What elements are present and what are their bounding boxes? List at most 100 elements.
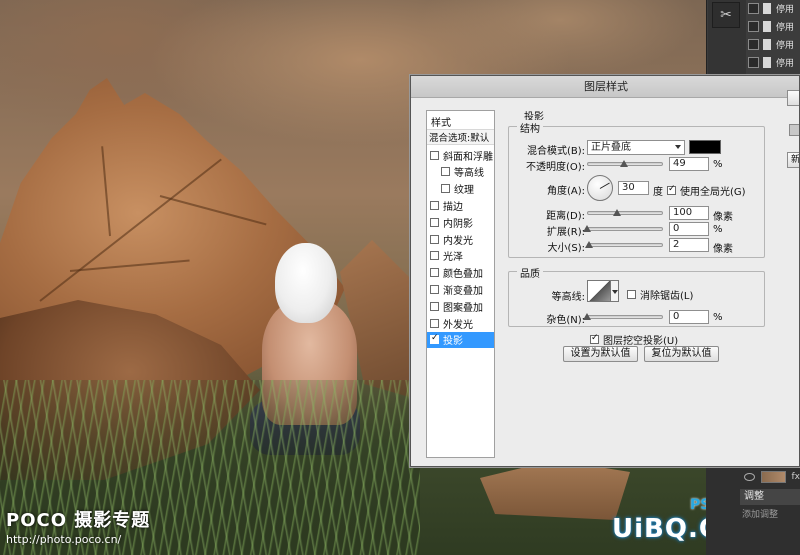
styles-list: 样式 混合选项:默认 斜面和浮雕 等高线纹理描边内阴影内发光光泽颜色叠加 渐变叠加图… — [426, 110, 495, 458]
checkbox[interactable] — [441, 167, 450, 177]
watermark-brand: POCO 摄影专题 — [6, 510, 151, 531]
style-item[interactable]: 斜面和浮雕 — [427, 147, 494, 163]
chevron-down-icon[interactable] — [611, 280, 619, 302]
preview-thumbnail — [789, 124, 799, 136]
style-item-label: 光泽 — [443, 252, 463, 264]
noise-slider-thumb[interactable] — [583, 313, 591, 320]
style-item[interactable]: 外发光 — [427, 315, 494, 331]
style-item[interactable]: 颜色叠加 — [427, 265, 494, 281]
spread-unit: % — [713, 224, 723, 235]
size-label: 大小(S): — [547, 243, 585, 254]
spread-label: 扩展(R): — [546, 227, 585, 238]
spread-slider-thumb[interactable] — [583, 225, 591, 232]
distance-slider[interactable] — [587, 211, 663, 215]
checkbox[interactable] — [430, 318, 439, 328]
channel-row[interactable]: 停用 — [748, 36, 800, 53]
checkbox[interactable] — [430, 301, 439, 311]
set-default-button[interactable]: 设置为默认值 — [563, 346, 638, 362]
reset-default-button[interactable]: 复位为默认值 — [644, 346, 719, 362]
spread-slider[interactable] — [587, 227, 663, 231]
global-light-checkbox[interactable]: 使用全局光(G) — [667, 183, 746, 198]
style-item[interactable]: 纹理 — [427, 181, 494, 197]
shadow-color-swatch[interactable] — [689, 140, 721, 154]
layer-thumbnail — [760, 471, 786, 483]
ok-button[interactable] — [787, 90, 799, 106]
checkbox[interactable] — [627, 290, 636, 299]
checkbox[interactable] — [430, 200, 439, 210]
chevron-down-icon — [675, 145, 681, 149]
checkbox[interactable] — [590, 333, 599, 344]
noise-input[interactable]: 0 — [669, 310, 709, 324]
style-item-label: 描边 — [443, 201, 463, 213]
knockout-checkbox[interactable]: 图层挖空投影(U) — [590, 332, 678, 347]
size-input[interactable]: 2 — [669, 238, 709, 252]
quality-legend: 品质 — [517, 265, 543, 280]
style-item[interactable]: 投影 — [427, 331, 494, 348]
document-icon — [763, 57, 771, 68]
new-style-button[interactable]: 新 — [787, 152, 799, 168]
channel-row[interactable]: 停用 — [748, 0, 800, 17]
opacity-slider-thumb[interactable] — [620, 160, 629, 167]
checkbox[interactable] — [430, 234, 439, 244]
angle-input[interactable]: 30 — [618, 181, 649, 195]
style-item-label: 斜面和浮雕 — [443, 151, 493, 163]
antialias-checkbox[interactable]: 消除锯齿(L) — [627, 287, 693, 302]
blend-mode-label: 混合模式(B): — [526, 146, 585, 157]
size-slider[interactable] — [587, 243, 663, 247]
style-item[interactable]: 图案叠加 — [427, 298, 494, 314]
checkbox[interactable] — [748, 21, 759, 32]
checkbox[interactable] — [430, 333, 439, 345]
document-icon — [763, 21, 771, 32]
style-item-label: 投影 — [443, 336, 463, 348]
distance-slider-thumb[interactable] — [613, 209, 622, 216]
blend-options-item[interactable]: 混合选项:默认 — [427, 129, 494, 145]
contour-picker[interactable] — [587, 280, 611, 302]
style-item[interactable]: 等高线 — [427, 164, 494, 180]
styles-header[interactable]: 样式 — [427, 113, 494, 129]
document-icon — [763, 39, 771, 50]
checkbox[interactable] — [430, 284, 439, 294]
opacity-input[interactable]: 49 — [669, 157, 709, 171]
style-item[interactable]: 内发光 — [427, 231, 494, 247]
scissors-icon[interactable]: ✂ — [712, 2, 740, 28]
checkbox[interactable] — [430, 217, 439, 227]
spread-input[interactable]: 0 — [669, 222, 709, 236]
watermark: POCO 摄影专题 http://photo.poco.cn/ — [6, 506, 150, 546]
contour-label: 等高线: — [551, 292, 585, 303]
checkbox[interactable] — [430, 150, 439, 160]
style-item[interactable]: 内阴影 — [427, 214, 494, 230]
distance-input[interactable]: 100 — [669, 206, 709, 220]
style-item[interactable]: 描边 — [427, 197, 494, 213]
eye-icon[interactable] — [744, 473, 755, 481]
style-item[interactable]: 渐变叠加 — [427, 281, 494, 297]
angle-dial[interactable] — [587, 175, 613, 201]
channel-label: 停用 — [776, 5, 795, 15]
antialias-label: 消除锯齿(L) — [640, 291, 694, 302]
channel-row[interactable]: 停用 — [748, 18, 800, 35]
layer-row[interactable]: fx — [744, 470, 800, 484]
style-item-label: 纹理 — [454, 185, 474, 197]
checkbox[interactable] — [430, 251, 439, 261]
size-unit: 像素 — [713, 244, 733, 255]
fx-label[interactable]: fx — [792, 472, 800, 482]
figure-masked-head — [275, 243, 337, 323]
tab-adjustments[interactable]: 调整 — [740, 489, 800, 505]
checkbox[interactable] — [667, 184, 676, 195]
blend-mode-select[interactable]: 正片叠底 — [587, 140, 685, 155]
channel-row[interactable]: 停用 — [748, 54, 800, 71]
distance-label: 距离(D): — [546, 211, 585, 222]
size-slider-thumb[interactable] — [584, 241, 593, 248]
style-item-label: 颜色叠加 — [443, 269, 483, 281]
add-adjustment-label: 添加调整 — [742, 510, 779, 520]
checkbox[interactable] — [430, 268, 439, 278]
style-item-label: 图案叠加 — [443, 302, 483, 314]
style-item-label: 内发光 — [443, 235, 473, 247]
checkbox[interactable] — [441, 184, 450, 194]
style-item-label: 内阴影 — [443, 218, 473, 230]
style-item[interactable]: 光泽 — [427, 248, 494, 264]
checkbox[interactable] — [748, 39, 759, 50]
opacity-label: 不透明度(O): — [525, 162, 585, 173]
checkbox[interactable] — [748, 57, 759, 68]
noise-slider[interactable] — [587, 315, 663, 319]
checkbox[interactable] — [748, 3, 759, 14]
